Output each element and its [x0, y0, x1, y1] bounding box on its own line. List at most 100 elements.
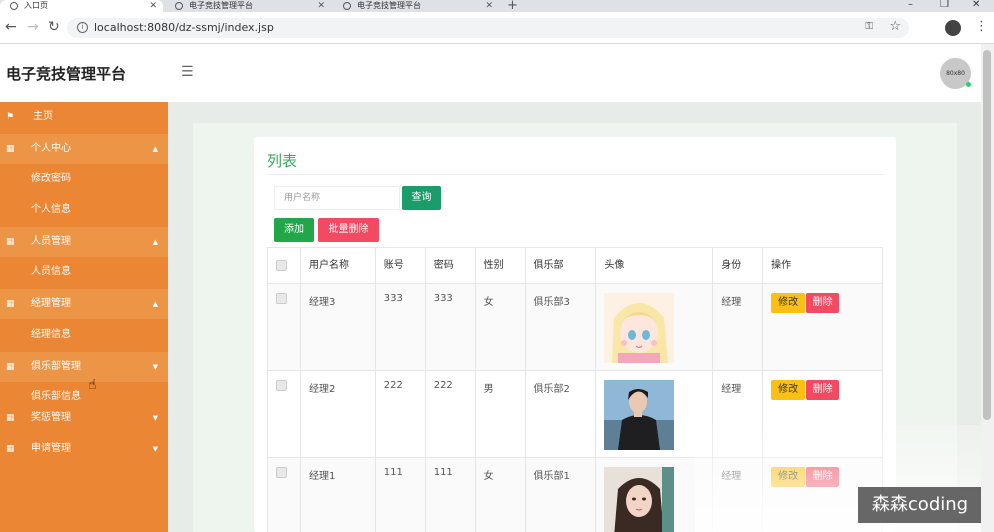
select-all-checkbox[interactable]	[276, 260, 287, 271]
chevron-down-icon: ▼	[152, 445, 158, 453]
cell-avatar	[595, 283, 714, 371]
woman-illustration	[604, 467, 675, 532]
profile-icon[interactable]	[945, 20, 961, 36]
batch-delete-button[interactable]: 批量删除	[318, 218, 379, 242]
column-header: 俱乐部	[524, 247, 597, 284]
sidebar-item-personal-info[interactable]: 个人信息	[0, 195, 168, 225]
key-icon[interactable]: ⚿	[865, 21, 873, 32]
sidebar-item-label: 修改密码	[31, 173, 71, 184]
sidebar-item-home[interactable]: ⚑ 主页	[0, 102, 168, 132]
sidebar-item-label: 人员信息	[31, 266, 71, 277]
brand-title: 电子竞技管理平台	[6, 65, 127, 83]
chevron-up-icon: ▲	[152, 145, 158, 153]
sidebar-group-application[interactable]: ▦ 申请管理 ▼	[0, 434, 168, 464]
delete-button[interactable]: 删除	[806, 380, 840, 400]
more-menu-icon[interactable]: ⋮	[975, 19, 988, 34]
tab-title: 入口页	[24, 1, 48, 10]
browser-tabbar: 入口页 ✕ 电子竞技管理平台 ✕ 电子竞技管理平台 ✕ + – ❐ ✕	[0, 0, 994, 13]
back-arrow-icon[interactable]: ←	[5, 20, 17, 34]
cell-gender: 女	[474, 283, 526, 371]
hand-cursor-icon: ☝	[88, 377, 97, 393]
edit-button[interactable]: 修改	[771, 380, 806, 400]
sidebar-item-label: 人员管理	[31, 236, 71, 247]
cell-password: 222	[424, 370, 476, 458]
sidebar-group-staff[interactable]: ▦ 人员管理 ▲	[0, 227, 168, 257]
online-status-dot	[966, 82, 971, 87]
row-select-cell	[267, 370, 301, 458]
browser-tab[interactable]: 入口页 ✕	[0, 0, 163, 12]
cell-actions: 修改删除	[762, 283, 883, 371]
tab-title: 电子竞技管理平台	[189, 1, 253, 10]
cell-gender: 男	[474, 370, 526, 458]
cell-name: 经理3	[299, 283, 376, 371]
grid-icon: ▦	[6, 144, 15, 154]
column-header: 操作	[762, 247, 883, 284]
avatar-text: 80x80	[946, 70, 965, 77]
sidebar-group-manager[interactable]: ▦ 经理管理 ▲	[0, 289, 168, 319]
cell-club: 俱乐部2	[524, 370, 597, 458]
user-avatar[interactable]: 80x80	[940, 58, 971, 89]
close-tab-icon[interactable]: ✕	[317, 0, 325, 12]
reload-icon[interactable]: ↻	[48, 20, 60, 34]
column-header: 性别	[474, 247, 526, 284]
globe-icon	[10, 2, 18, 10]
chevron-down-icon: ▼	[152, 414, 158, 422]
query-button[interactable]: 查询	[402, 186, 441, 210]
omnibox[interactable]: i localhost:8080/dz-ssmj/index.jsp ⚿ ☆	[67, 18, 909, 38]
cell-account: 111	[374, 457, 426, 532]
anime-girl-avatar	[604, 293, 675, 363]
sidebar-group-club[interactable]: ▦ 俱乐部管理 ▼	[0, 352, 168, 382]
row-checkbox[interactable]	[276, 380, 287, 391]
cell-account: 222	[374, 370, 426, 458]
column-header: 账号	[374, 247, 426, 284]
globe-icon	[175, 2, 183, 10]
row-select-cell	[267, 283, 301, 371]
sidebar-group-reward-punishment[interactable]: ▦ 奖惩管理 ▼	[0, 403, 168, 433]
forward-arrow-icon[interactable]: →	[27, 20, 39, 34]
star-icon[interactable]: ☆	[889, 19, 901, 34]
delete-button[interactable]: 删除	[806, 293, 840, 313]
column-header: 头像	[595, 247, 714, 284]
app-header: 电子竞技管理平台 ☰ 80x80	[0, 44, 981, 102]
scrollbar-thumb[interactable]	[983, 50, 991, 420]
table-row: 经理3 333 333 女 俱乐部3 经理 修改 删除	[267, 283, 883, 371]
cell-password: 111	[424, 457, 476, 532]
cell-name: 经理1	[299, 457, 376, 532]
cell-club: 俱乐部3	[524, 283, 597, 371]
cell-name: 经理2	[299, 370, 376, 458]
sidebar-item-staff-info[interactable]: 人员信息	[0, 257, 168, 287]
minimize-icon[interactable]: –	[908, 0, 913, 10]
hamburger-menu-icon[interactable]: ☰	[181, 65, 194, 79]
grid-icon: ▦	[6, 299, 15, 309]
watermark: 森森coding	[858, 487, 982, 523]
edit-button[interactable]: 修改	[771, 293, 806, 313]
row-select-cell	[267, 457, 301, 532]
column-header: 用户名称	[299, 247, 376, 284]
flag-icon: ⚑	[6, 112, 15, 122]
sidebar-group-personal-center[interactable]: ▦ 个人中心 ▲	[0, 134, 168, 164]
address-toolbar: ← → ↻ i localhost:8080/dz-ssmj/index.jsp…	[0, 12, 994, 44]
sidebar: ⚑ 主页 ▦ 个人中心 ▲ 修改密码 个人信息 ▦ 人员管理 ▲ 人员信息 ▦ …	[0, 102, 168, 532]
url-text[interactable]: localhost:8080/dz-ssmj/index.jsp	[94, 21, 274, 34]
row-checkbox[interactable]	[276, 467, 287, 478]
row-checkbox[interactable]	[276, 293, 287, 304]
page-scrollbar[interactable]	[981, 44, 994, 532]
sidebar-item-label: 个人信息	[31, 204, 71, 215]
browser-tab[interactable]: 电子竞技管理平台 ✕	[333, 0, 499, 12]
close-tab-icon[interactable]: ✕	[149, 0, 157, 12]
sidebar-item-change-password[interactable]: 修改密码	[0, 164, 168, 194]
close-window-icon[interactable]: ✕	[972, 0, 980, 10]
add-button[interactable]: 添加	[274, 218, 314, 242]
sidebar-item-label: 俱乐部管理	[31, 361, 81, 372]
info-icon[interactable]: i	[77, 22, 88, 33]
cell-club: 俱乐部1	[524, 457, 597, 532]
column-header: 密码	[424, 247, 476, 284]
grid-icon: ▦	[6, 444, 15, 454]
restore-icon[interactable]: ❐	[940, 0, 949, 10]
sidebar-item-manager-info[interactable]: 经理信息	[0, 320, 168, 350]
browser-tab[interactable]: 电子竞技管理平台 ✕	[165, 0, 331, 12]
close-tab-icon[interactable]: ✕	[485, 0, 493, 12]
cell-gender: 女	[474, 457, 526, 532]
username-search-input[interactable]: 用户名称	[274, 186, 400, 210]
cell-password: 333	[424, 283, 476, 371]
